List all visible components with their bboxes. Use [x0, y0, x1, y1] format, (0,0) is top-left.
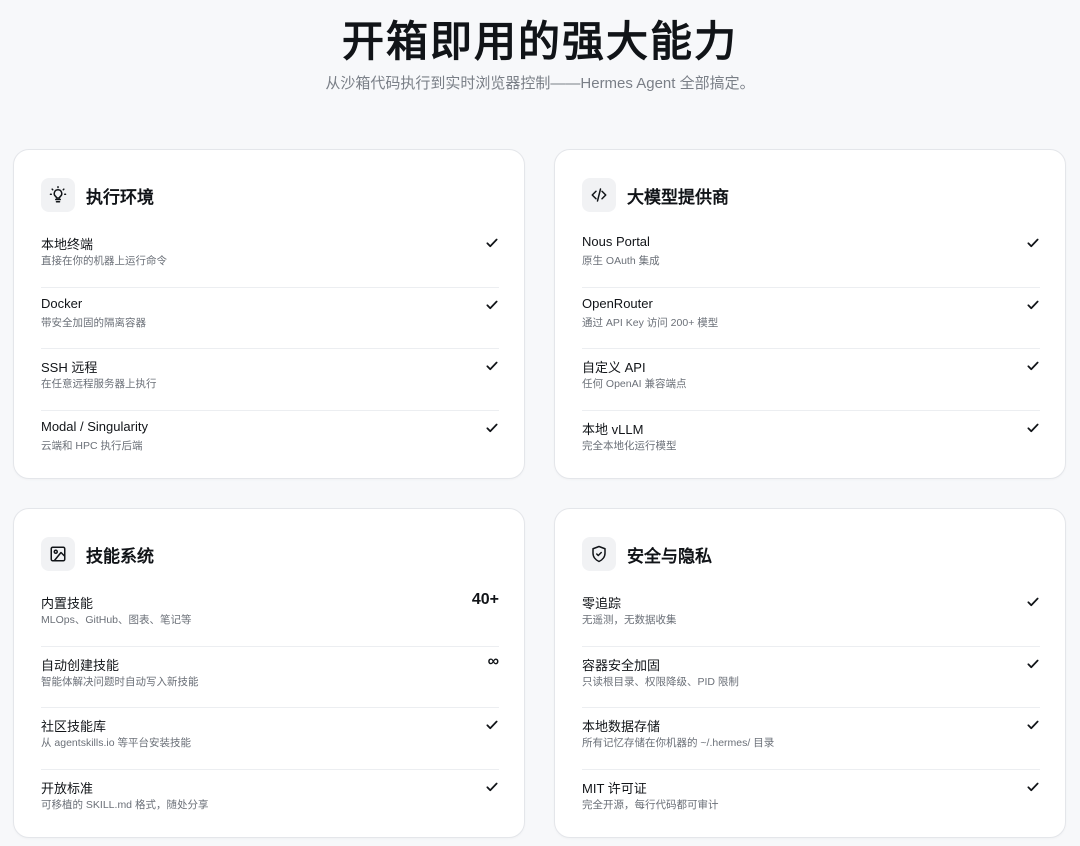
feature-label: 自定义 API [582, 360, 646, 375]
card-title: 执行环境 [86, 187, 154, 207]
feature-row: 内置技能 MLOps、GitHub、图表、笔记等 40+ [41, 585, 499, 647]
feature-row: Modal / Singularity 云端和 HPC 执行后端 [41, 411, 499, 473]
feature-label: SSH 远程 [41, 360, 98, 375]
feature-description: 所有记忆存储在你机器的 ~/.hermes/ 目录 [582, 737, 775, 749]
feature-label: 本地数据存储 [582, 719, 661, 734]
feature-label: 本地 vLLM [582, 421, 644, 437]
image-icon [41, 537, 75, 571]
feature-card: 执行环境本地终端直接在你的机器上运行命令 Docker 带安全加固的隔离容器 SSH … [13, 149, 525, 479]
feature-card: 大模型提供商 Nous Portal 原生 OAuth 集成 OpenRouter 通过… [554, 149, 1066, 479]
feature-row: OpenRouter 通过 API Key 访问 200+ 模型 [582, 288, 1040, 349]
feature-row: 本地终端直接在你的机器上运行命令 [41, 226, 499, 288]
card-title: 安全与隐私 [627, 546, 712, 566]
feature-description: 直接在你的机器上运行命令 [41, 255, 167, 267]
check-icon [1024, 420, 1040, 436]
feature-row: Docker 带安全加固的隔离容器 [41, 288, 499, 349]
check-icon [1024, 594, 1040, 610]
feature-label: 自动创建技能 [41, 657, 120, 673]
feature-card: 技能系统内置技能 MLOps、GitHub、图表、笔记等 40+ 自动创建技能智能体解… [13, 508, 525, 838]
feature-label: Nous Portal [582, 234, 650, 249]
check-icon [1024, 656, 1040, 672]
feature-row: 本地数据存储所有记忆存储在你机器的 ~/.hermes/ 目录 [582, 708, 1040, 770]
check-icon [1024, 779, 1040, 795]
feature-row: SSH 远程在任意远程服务器上执行 [41, 349, 499, 411]
check-icon [483, 779, 499, 795]
feature-description: 无遥测，无数据收集 [582, 614, 677, 626]
check-icon [483, 297, 499, 313]
card-title: 大模型提供商 [627, 187, 729, 207]
check-icon [1024, 358, 1040, 374]
feature-row: 自定义 API 任何 OpenAI 兼容端点 [582, 349, 1040, 411]
feature-description: 完全开源，每行代码都可审计 [582, 798, 719, 811]
feature-description: 完全本地化运行模型 [582, 439, 677, 452]
feature-description: MLOps、GitHub、图表、笔记等 [41, 614, 192, 626]
feature-description: 带安全加固的隔离容器 [41, 316, 146, 329]
feature-list: 本地终端直接在你的机器上运行命令 Docker 带安全加固的隔离容器 SSH 远程在任… [41, 226, 499, 472]
feature-label: 容器安全加固 [582, 657, 661, 673]
feature-description: 从 agentskills.io 等平台安装技能 [41, 737, 191, 749]
shield-check-icon [582, 537, 616, 571]
feature-row: 社区技能库从 agentskills.io 等平台安装技能 [41, 708, 499, 770]
feature-row: Nous Portal 原生 OAuth 集成 [582, 226, 1040, 288]
check-icon [1024, 297, 1040, 313]
code-icon [582, 178, 616, 212]
feature-label: 社区技能库 [41, 719, 107, 734]
check-icon [483, 717, 499, 733]
feature-row: 自动创建技能智能体解决问题时自动写入新技能 ∞ [41, 647, 499, 708]
card-header: 执行环境 [41, 178, 154, 212]
feature-label: Modal / Singularity [41, 418, 148, 434]
card-header: 大模型提供商 [582, 178, 729, 212]
feature-description: 任何 OpenAI 兼容端点 [582, 378, 687, 390]
check-icon [483, 420, 499, 436]
feature-list: 零追踪 无遥测，无数据收集 容器安全加固 只读根目录、权限降级、PID 限制 本地数据存… [582, 585, 1040, 831]
feature-value: ∞ [487, 652, 499, 670]
feature-label: OpenRouter [582, 295, 653, 311]
feature-label: 开放标准 [41, 780, 94, 796]
check-icon [1024, 717, 1040, 733]
check-icon [483, 358, 499, 374]
feature-row: 容器安全加固只读根目录、权限降级、PID 限制 [582, 647, 1040, 708]
feature-row: 本地 vLLM 完全本地化运行模型 [582, 411, 1040, 473]
feature-row: 开放标准可移植的 SKILL.md 格式，随处分享 [41, 770, 499, 832]
page-title: 开箱即用的强大能力 [341, 18, 738, 65]
feature-description: 通过 API Key 访问 200+ 模型 [582, 316, 719, 329]
feature-description: 云端和 HPC 执行后端 [41, 439, 143, 452]
check-icon [483, 235, 499, 251]
feature-card: 安全与隐私零追踪无遥测，无数据收集容器安全加固只读根目录、权限降级、PID 限制… [554, 508, 1066, 838]
feature-description: 只读根目录、权限降级、PID 限制 [582, 675, 739, 688]
feature-label: 内置技能 [41, 596, 94, 611]
feature-row: MIT 许可证完全开源，每行代码都可审计 [582, 770, 1040, 832]
feature-row: 零追踪无遥测，无数据收集 [582, 585, 1040, 647]
page-subtitle: 从沙箱代码执行到实时浏览器控制——Hermes Agent 全部搞定。 [325, 75, 755, 92]
feature-label: 本地终端 [41, 237, 94, 252]
feature-label: Docker [41, 295, 83, 311]
feature-value: 40+ [471, 591, 499, 608]
feature-list: Nous Portal 原生 OAuth 集成 OpenRouter 通过 API K… [582, 226, 1040, 472]
feature-description: 智能体解决问题时自动写入新技能 [41, 675, 199, 688]
check-icon [1024, 235, 1040, 251]
feature-description: 可移植的 SKILL.md 格式，随处分享 [41, 798, 209, 811]
feature-description: 原生 OAuth 集成 [582, 255, 660, 267]
feature-label: 零追踪 [582, 596, 622, 611]
feature-label: MIT 许可证 [582, 780, 647, 796]
lightbulb-icon [41, 178, 75, 212]
card-title: 技能系统 [86, 546, 154, 566]
feature-list: 内置技能 MLOps、GitHub、图表、笔记等 40+ 自动创建技能智能体解决问题时… [41, 585, 499, 831]
card-header: 技能系统 [41, 537, 154, 571]
card-header: 安全与隐私 [582, 537, 712, 571]
feature-description: 在任意远程服务器上执行 [41, 378, 157, 390]
